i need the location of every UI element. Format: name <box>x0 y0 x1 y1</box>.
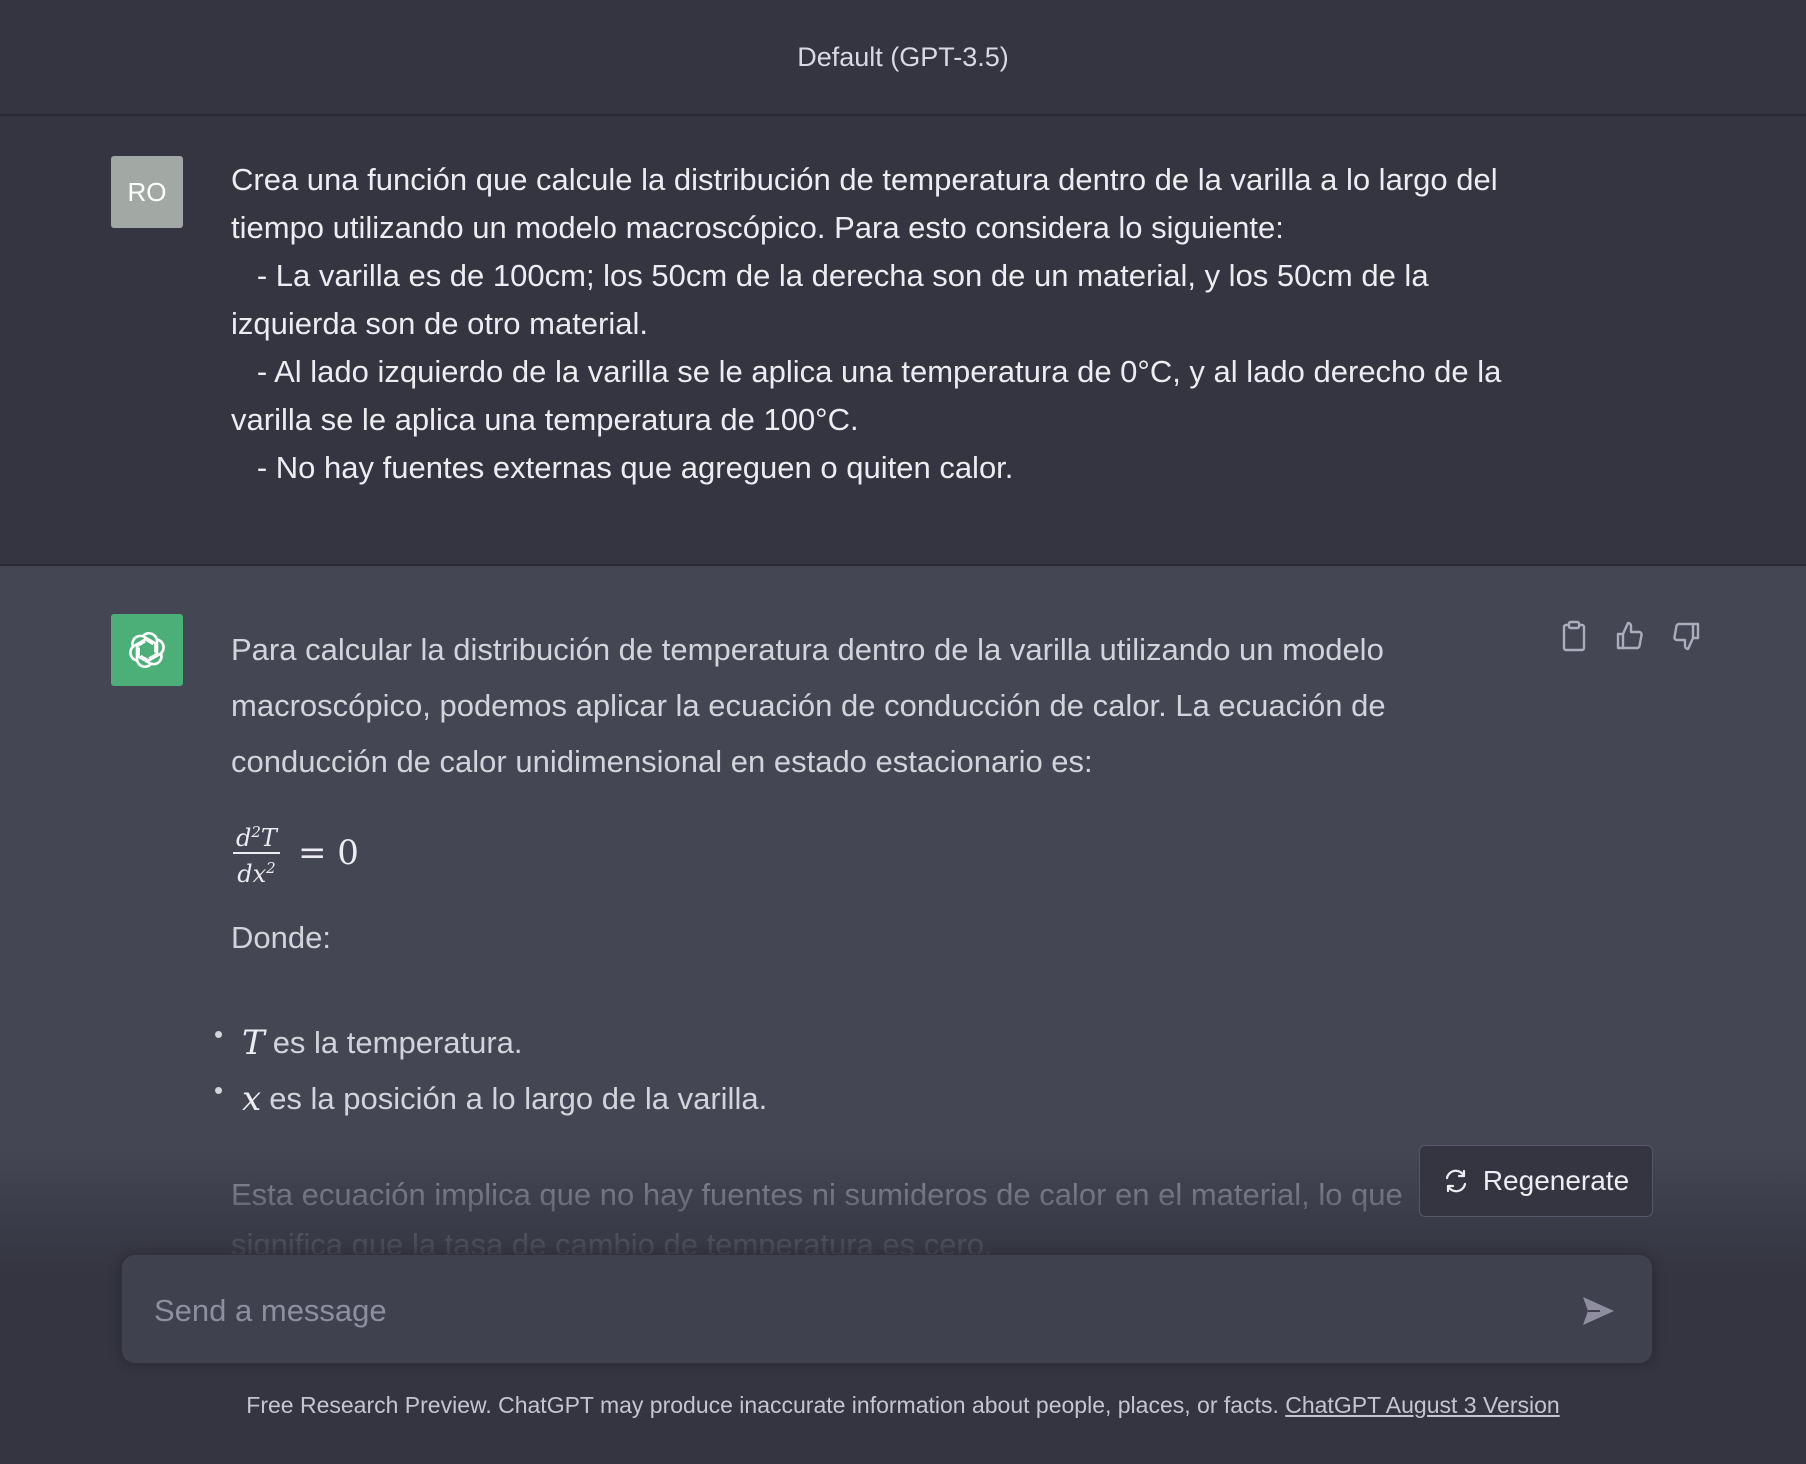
regenerate-label: Regenerate <box>1482 1165 1630 1196</box>
footer-disclaimer: Free Research Preview. ChatGPT may produ… <box>0 1392 1806 1419</box>
assistant-continued-text: Esta ecuación implica que no hay fuentes… <box>231 1177 1403 1254</box>
formula-fraction: d2T dx2 <box>233 818 280 888</box>
formula-denominator-dx: dx <box>237 860 267 888</box>
donde-label: Donde: <box>231 920 331 955</box>
list-item: Tes la temperatura. <box>212 1015 767 1071</box>
message-input[interactable] <box>152 1281 1556 1341</box>
formula-denominator-sup: 2 <box>266 859 276 877</box>
user-avatar: RO <box>111 156 183 228</box>
footer-text: Free Research Preview. ChatGPT may produ… <box>246 1392 1279 1418</box>
regenerate-button[interactable]: Regenerate <box>1419 1145 1653 1217</box>
user-message-line: varilla se le aplica una temperatura de … <box>231 402 859 437</box>
variable-description: es la temperatura. <box>272 1025 523 1060</box>
variable-symbol: T <box>242 1023 265 1063</box>
variable-symbol: x <box>242 1079 262 1119</box>
send-button[interactable] <box>1576 1289 1620 1333</box>
message-composer <box>121 1254 1653 1364</box>
send-icon <box>1583 1297 1614 1325</box>
model-title: Default (GPT-3.5) <box>0 0 1806 116</box>
list-item: xes la posición a lo largo de la varilla… <box>212 1071 767 1127</box>
user-message-line: Crea una función que calcule la distribu… <box>231 162 1498 197</box>
formula-numerator-var: T <box>260 824 277 852</box>
user-message-text: Crea una función que calcule la distribu… <box>231 156 1561 492</box>
user-message-line: - No hay fuentes externas que agreguen o… <box>231 450 1014 485</box>
formula-denominator: dx2 <box>237 854 275 888</box>
refresh-icon <box>1445 1169 1466 1193</box>
formula-rhs: = 0 <box>297 833 359 873</box>
user-message: RO Crea una función que calcule la distr… <box>0 116 1806 566</box>
assistant-intro-text: Para calcular la distribución de tempera… <box>231 632 1386 779</box>
version-link[interactable]: ChatGPT August 3 Version <box>1285 1392 1559 1418</box>
variable-list: Tes la temperatura. xes la posición a lo… <box>212 1015 767 1127</box>
formula-numerator: d2T <box>233 818 280 854</box>
user-message-line: - La varilla es de 100cm; los 50cm de la… <box>231 258 1429 293</box>
user-message-line: - Al lado izquierdo de la varilla se le … <box>231 354 1502 389</box>
heat-equation-formula: d2T dx2 = 0 <box>233 818 359 888</box>
user-message-line: izquierda son de otro material. <box>231 306 649 341</box>
user-message-line: tiempo utilizando un modelo macroscópico… <box>231 210 1284 245</box>
formula-numerator-d: d <box>236 824 252 852</box>
formula-numerator-sup: 2 <box>251 823 261 841</box>
variable-description: es la posición a lo largo de la varilla. <box>269 1081 768 1116</box>
